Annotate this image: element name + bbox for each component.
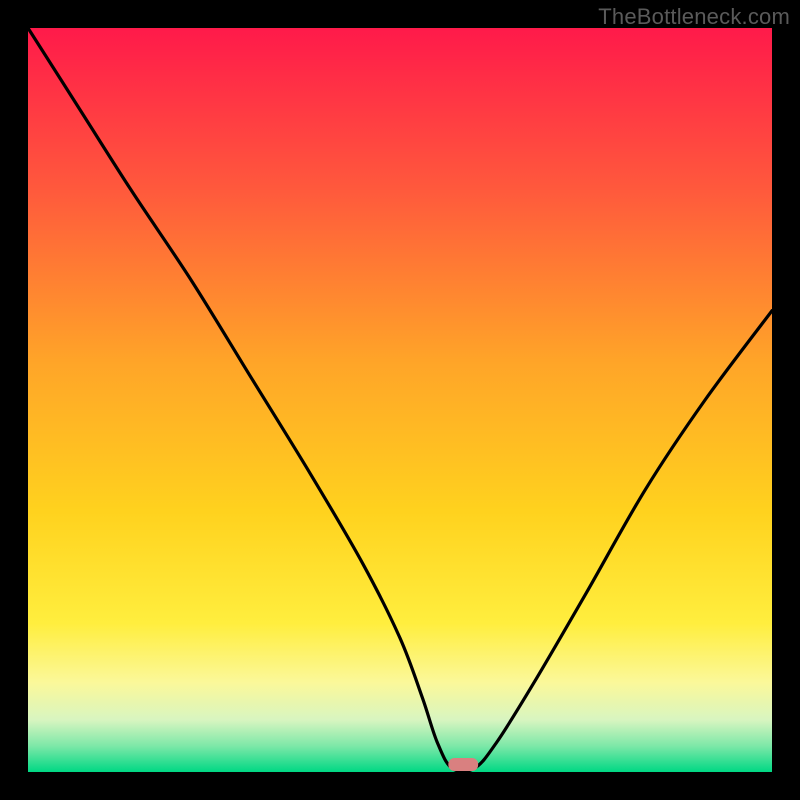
gradient-background: [28, 28, 772, 772]
chart-svg: [28, 28, 772, 772]
bottleneck-marker: [448, 758, 478, 771]
watermark-text: TheBottleneck.com: [598, 4, 790, 30]
plot-area: [28, 28, 772, 772]
chart-frame: TheBottleneck.com: [0, 0, 800, 800]
